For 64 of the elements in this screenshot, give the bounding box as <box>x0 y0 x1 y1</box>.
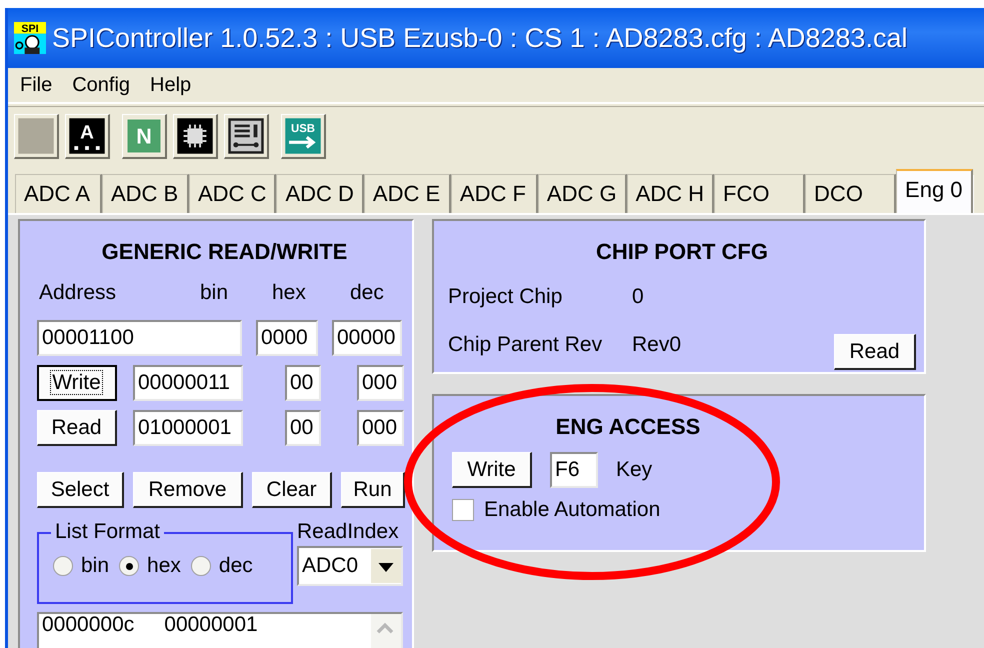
hex-field[interactable]: 00 <box>285 410 321 446</box>
write-button[interactable]: Write <box>452 452 532 488</box>
register-list[interactable]: 0000000c 00000001 <box>37 612 403 648</box>
read-index-label: ReadIndex <box>297 520 400 544</box>
tab[interactable]: ADC G <box>538 174 627 213</box>
tab[interactable]: ADC F <box>450 174 538 213</box>
enable-automation-checkbox[interactable]: Enable Automation <box>452 498 924 522</box>
bin-field[interactable]: 00000011 <box>133 365 243 401</box>
field-value: Rev0 <box>632 333 682 357</box>
address-field[interactable]: 00001100 <box>37 320 242 356</box>
read-button[interactable]: Read <box>834 334 916 370</box>
bin-field[interactable]: 01000001 <box>133 410 243 446</box>
window-title: SPIController 1.0.52.3 : USB Ezusb-0 : CS 1 : AD8283.cfg : AD8283.cal <box>52 22 908 54</box>
action-button[interactable]: Run <box>341 472 405 508</box>
menu-item[interactable]: Help <box>150 74 192 96</box>
hex-field[interactable]: 0000 <box>256 320 318 356</box>
menu-item[interactable]: File <box>20 74 52 96</box>
tab[interactable]: ADC C <box>189 174 276 213</box>
field-label: Chip Parent Rev <box>448 333 604 357</box>
column-label: hex <box>272 281 306 305</box>
write-button[interactable]: Write <box>37 365 117 401</box>
panel-title: ENG ACCESS <box>554 414 702 440</box>
column-label: dec <box>350 281 384 305</box>
tab[interactable]: ADC H <box>626 174 714 213</box>
list-cell: 00000001 <box>164 614 258 636</box>
tab[interactable]: ADC A <box>15 174 102 213</box>
caret-icon <box>370 549 401 583</box>
read-index-dropdown[interactable]: ADC0 <box>297 546 403 586</box>
key-field[interactable]: F6 <box>550 452 598 488</box>
tab[interactable]: ADC D <box>276 174 364 213</box>
tab[interactable]: ADC E <box>364 174 451 213</box>
action-button[interactable]: Remove <box>133 472 243 508</box>
action-button[interactable]: Clear <box>252 472 332 508</box>
panel-title: CHIP PORT CFG <box>595 239 769 265</box>
radio-option[interactable]: bin <box>53 554 110 578</box>
radio-button[interactable] <box>53 556 73 576</box>
list-cell: 0000000c <box>42 614 134 636</box>
chip-icon <box>176 116 214 154</box>
dec-field[interactable]: 000 <box>357 365 404 401</box>
radio-option[interactable]: hex <box>119 554 181 578</box>
tab[interactable]: Eng 0 <box>896 169 973 213</box>
column-label: Address <box>39 281 116 305</box>
menu-item[interactable]: Config <box>72 74 130 96</box>
field-value: 0 <box>632 285 645 309</box>
toolbar-button[interactable] <box>224 114 269 158</box>
blank-icon <box>17 116 55 154</box>
device-panel-icon <box>227 116 265 154</box>
field-label: Project Chip <box>448 285 564 309</box>
read-button[interactable]: Read <box>37 410 117 446</box>
tab[interactable]: DCO <box>805 174 896 213</box>
toolbar-button[interactable] <box>173 114 218 158</box>
hex-field[interactable]: 00 <box>285 365 321 401</box>
panel-title: GENERIC READ/WRITE <box>100 239 348 265</box>
tab[interactable]: FCO <box>714 174 806 213</box>
radio-button[interactable] <box>119 556 140 576</box>
dec-field[interactable]: 000 <box>357 410 404 446</box>
radio-button[interactable] <box>190 556 211 576</box>
column-label: bin <box>200 281 228 305</box>
key-label: Key <box>616 458 652 482</box>
tab[interactable]: ADC B <box>102 174 189 213</box>
checkbox[interactable] <box>452 499 474 521</box>
action-button[interactable]: Select <box>37 472 124 508</box>
dec-field[interactable]: 00000 <box>332 320 402 356</box>
radio-option[interactable]: dec <box>190 554 253 578</box>
